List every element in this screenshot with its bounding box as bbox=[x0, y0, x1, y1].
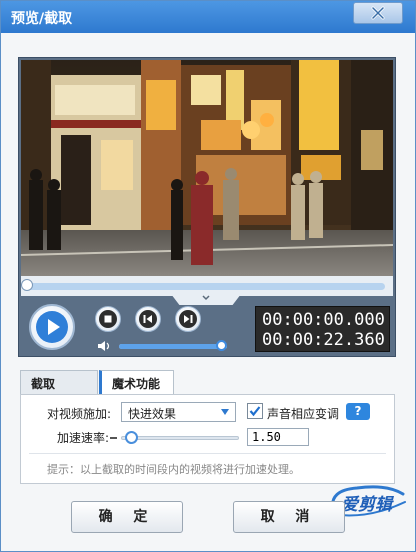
video-player: 00:00:00.000 00:00:22.360 bbox=[18, 57, 396, 357]
help-button[interactable]: ? bbox=[346, 403, 370, 420]
progress-bar[interactable] bbox=[21, 276, 393, 296]
video-frame-image bbox=[21, 60, 393, 276]
progress-thumb[interactable] bbox=[21, 279, 33, 291]
playback-controls: 00:00:00.000 00:00:22.360 bbox=[21, 296, 393, 356]
logo-text: 爱剪辑 bbox=[341, 495, 395, 515]
hint-text: 提示：以上截取的时间段内的视频将进行加速处理。 bbox=[47, 463, 300, 476]
close-button[interactable] bbox=[353, 2, 403, 24]
prev-frame-button[interactable] bbox=[135, 306, 161, 332]
magic-panel: 对视频施加: 快进效果 声音相应变调 ? 加速速率: 提示：以上截取的时间段内的… bbox=[20, 394, 395, 484]
pitch-checkbox[interactable] bbox=[247, 403, 263, 419]
play-icon bbox=[36, 311, 68, 343]
tab-clip[interactable]: 截取 bbox=[20, 370, 98, 394]
ok-button[interactable]: 确 定 bbox=[71, 501, 183, 533]
effect-select[interactable]: 快进效果 bbox=[121, 402, 236, 422]
progress-track[interactable] bbox=[27, 283, 385, 290]
volume-icon[interactable] bbox=[97, 340, 113, 352]
close-icon bbox=[371, 6, 385, 20]
panel-divider bbox=[29, 453, 386, 454]
speed-label: 加速速率: bbox=[57, 431, 110, 445]
step-forward-icon bbox=[179, 310, 197, 328]
speed-slider-thumb[interactable] bbox=[125, 431, 138, 444]
current-time: 00:00:00.000 bbox=[262, 310, 385, 330]
volume-level bbox=[119, 344, 222, 349]
pitch-label[interactable]: 声音相应变调 bbox=[267, 405, 339, 422]
dropdown-arrow-icon bbox=[221, 409, 229, 415]
total-time: 00:00:22.360 bbox=[262, 330, 385, 350]
preview-clip-window: 预览/截取 00:00:00.000 00:00:22.360 截取 魔术功能 … bbox=[0, 0, 416, 552]
cancel-button[interactable]: 取 消 bbox=[233, 501, 345, 533]
minus-icon bbox=[110, 437, 117, 439]
tab-magic[interactable]: 魔术功能 bbox=[99, 370, 174, 394]
title-bar[interactable]: 预览/截取 bbox=[1, 1, 415, 33]
step-back-icon bbox=[139, 310, 157, 328]
effect-label: 对视频施加: bbox=[47, 407, 112, 421]
stop-button[interactable] bbox=[95, 306, 121, 332]
checkmark-icon bbox=[249, 406, 261, 417]
stop-icon bbox=[99, 310, 117, 328]
video-preview[interactable] bbox=[21, 60, 393, 276]
effect-select-value: 快进效果 bbox=[128, 407, 177, 421]
next-frame-button[interactable] bbox=[175, 306, 201, 332]
speed-input[interactable] bbox=[247, 428, 309, 446]
speed-slider[interactable] bbox=[121, 436, 239, 440]
time-display: 00:00:00.000 00:00:22.360 bbox=[255, 306, 390, 352]
volume-slider[interactable] bbox=[119, 344, 227, 349]
volume-thumb[interactable] bbox=[215, 340, 227, 351]
window-title: 预览/截取 bbox=[11, 11, 73, 27]
play-button[interactable] bbox=[29, 304, 75, 350]
